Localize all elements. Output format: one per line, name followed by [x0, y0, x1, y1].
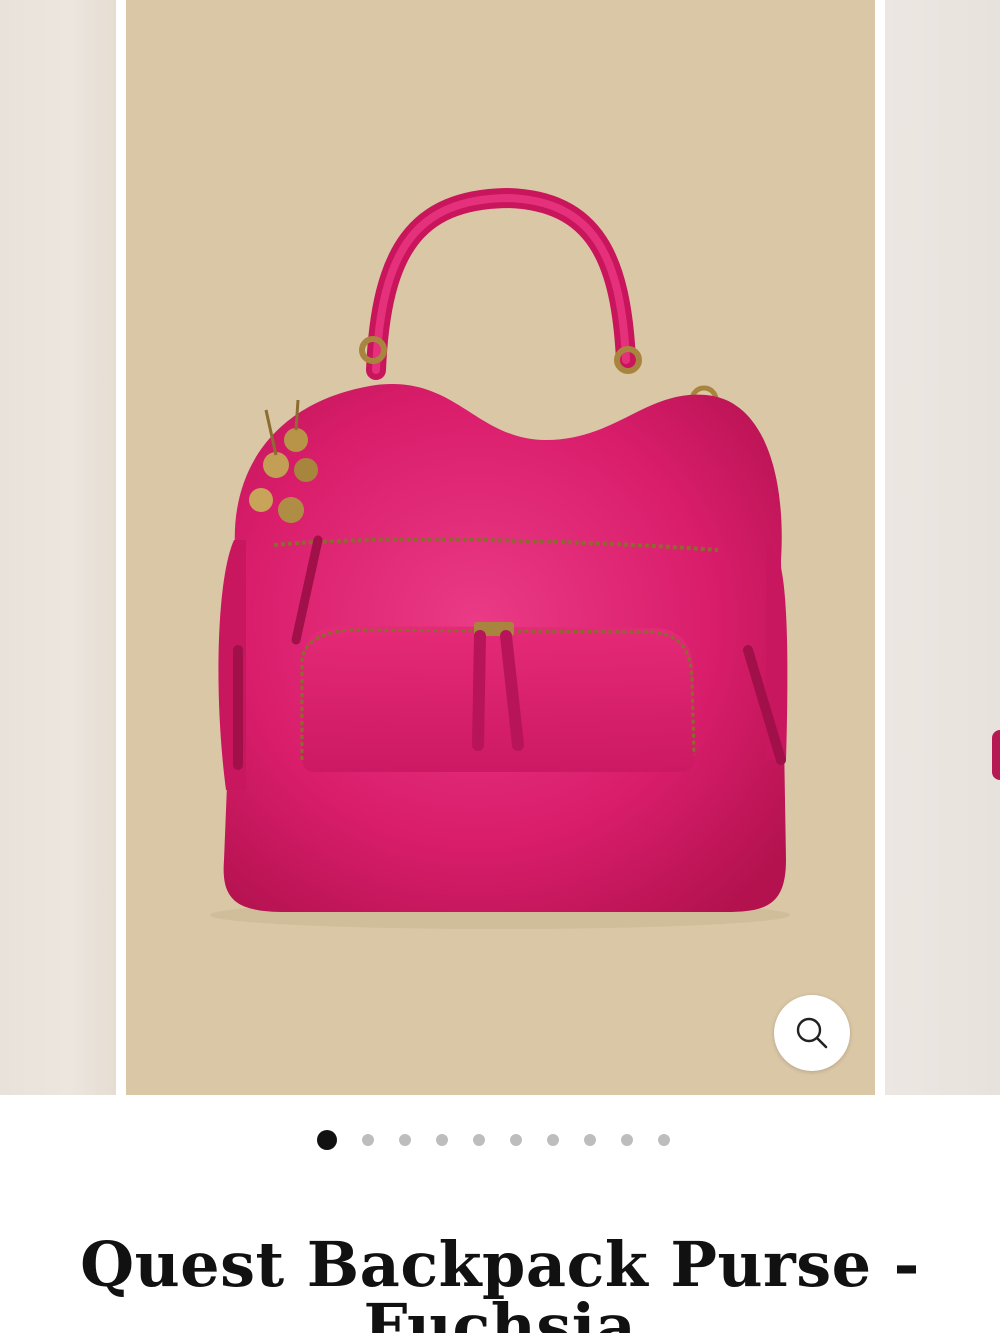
pagination-dot-5[interactable] — [473, 1134, 486, 1146]
pagination-dot-10[interactable] — [658, 1134, 671, 1146]
pagination-dot-1[interactable] — [317, 1130, 338, 1150]
product-title: Quest Backpack Purse - Fuchsia — [80, 1227, 920, 1333]
pagination-dot-2[interactable] — [362, 1134, 375, 1146]
next-slide-product-edge — [992, 730, 1000, 780]
next-slide-peek[interactable] — [885, 0, 1000, 1095]
product-page: Quest Backpack Purse - Fuchsia — [0, 0, 1000, 1333]
zoom-button[interactable] — [774, 995, 850, 1071]
pagination-dot-9[interactable] — [621, 1134, 634, 1146]
pagination-dot-4[interactable] — [436, 1134, 449, 1146]
product-image[interactable] — [126, 0, 875, 1095]
pagination-dot-7[interactable] — [547, 1134, 560, 1146]
backpack-illustration — [210, 187, 790, 929]
pagination-dot-6[interactable] — [510, 1134, 523, 1146]
previous-slide-peek[interactable] — [0, 0, 116, 1095]
pagination-dot-3[interactable] — [399, 1134, 412, 1146]
carousel-pagination — [0, 1128, 1000, 1152]
pagination-dot-8[interactable] — [584, 1134, 597, 1146]
image-carousel[interactable] — [0, 0, 1000, 1095]
search-icon — [796, 1017, 828, 1049]
